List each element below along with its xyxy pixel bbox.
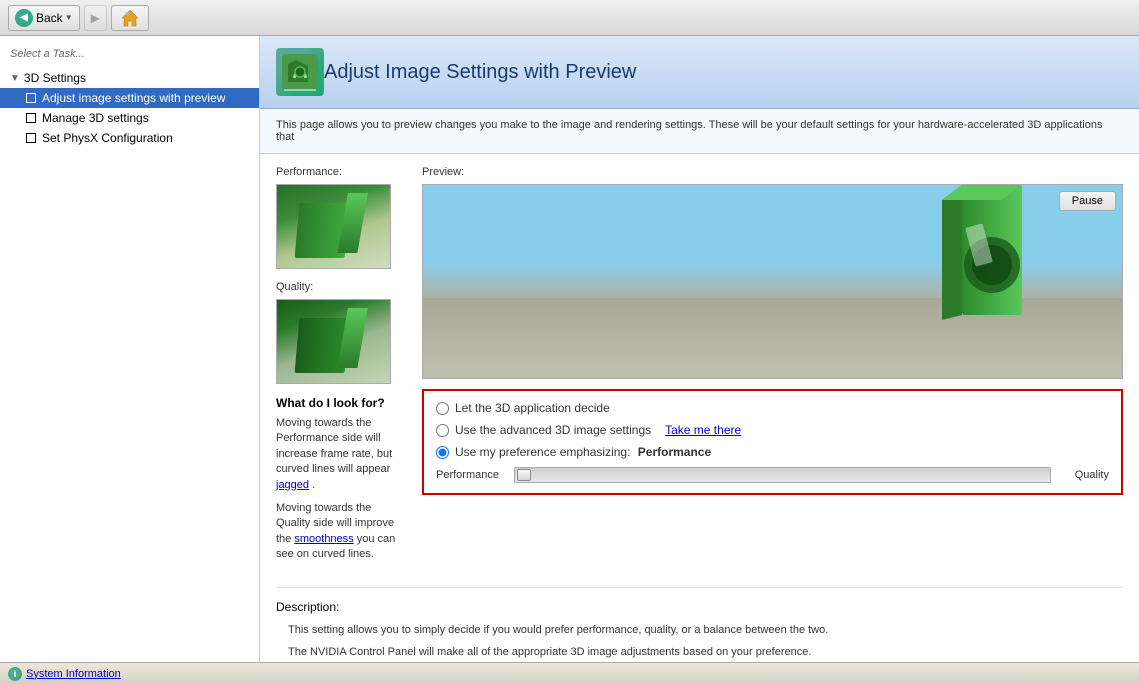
content-body: Performance: Quality: What do I look for…	[260, 154, 1139, 662]
radio-my-preference-label: Use my preference emphasizing: Performan…	[455, 445, 711, 459]
page-description: This page allows you to preview changes …	[260, 109, 1139, 154]
expand-icon: ▼	[10, 73, 20, 84]
preview-area: Pause	[422, 184, 1123, 379]
sidebar-group-3d-settings-header[interactable]: ▼ 3D Settings	[0, 68, 259, 88]
radio-row-2: Use the advanced 3D image settings Take …	[436, 423, 1109, 437]
home-button[interactable]	[111, 5, 149, 31]
what-text-1-main: Moving towards the Performance side will…	[276, 417, 392, 475]
what-text-1-end: .	[312, 479, 315, 491]
description-section: Description: This setting allows you to …	[276, 587, 1123, 662]
forward-button[interactable]: ▶	[84, 5, 107, 31]
description-title: Description:	[276, 600, 1123, 614]
sidebar-group-label: 3D Settings	[24, 71, 86, 85]
content-area: Adjust Image Settings with Preview This …	[260, 36, 1139, 662]
sidebar-title: Select a Task...	[0, 44, 259, 68]
page-title: Adjust Image Settings with Preview	[324, 61, 636, 84]
left-column: Performance: Quality: What do I look for…	[276, 166, 406, 571]
what-text-2: Moving towards the Quality side will imp…	[276, 501, 406, 563]
sidebar-group-3d-settings: ▼ 3D Settings Adjust image settings with…	[0, 68, 259, 148]
quality-label: Quality:	[276, 281, 406, 293]
sidebar-item-manage-3d-label: Manage 3D settings	[42, 111, 149, 125]
home-icon	[120, 8, 140, 28]
smoothness-link[interactable]: smoothness	[294, 533, 353, 545]
system-info-link[interactable]: System Information	[26, 668, 121, 680]
quality-thumbnail	[276, 299, 391, 384]
toolbar: ◀ Back ▼ ▶	[0, 0, 1139, 36]
sidebar-item-adjust-image[interactable]: Adjust image settings with preview	[0, 88, 259, 108]
slider-thumb[interactable]	[517, 469, 531, 481]
what-text-1: Moving towards the Performance side will…	[276, 416, 406, 493]
radio-row-3: Use my preference emphasizing: Performan…	[436, 445, 1109, 459]
description-text-1: This setting allows you to simply decide…	[288, 622, 1123, 639]
performance-thumbnail	[276, 184, 391, 269]
what-title: What do I look for?	[276, 396, 406, 410]
description-text-2: The NVIDIA Control Panel will make all o…	[288, 644, 1123, 661]
radio-let-3d-app[interactable]	[436, 402, 449, 415]
radio-advanced-3d-label: Use the advanced 3D image settings	[455, 423, 651, 437]
nvidia-icon	[276, 48, 324, 96]
sidebar-item-physx-label: Set PhysX Configuration	[42, 131, 173, 145]
perf-thumb-shape	[295, 203, 350, 258]
settings-box: Let the 3D application decide Use the ad…	[422, 389, 1123, 495]
preview-label: Preview:	[422, 166, 1123, 178]
sidebar-item-adjust-image-label: Adjust image settings with preview	[42, 91, 225, 105]
perf-label: Performance:	[276, 166, 406, 178]
back-label: Back	[36, 11, 63, 25]
sidebar-item-manage-3d[interactable]: Manage 3D settings	[0, 108, 259, 128]
sidebar-item-physx[interactable]: Set PhysX Configuration	[0, 128, 259, 148]
slider-perf-label: Performance	[436, 469, 506, 481]
slider-row: Performance Quality	[436, 467, 1109, 483]
qual-thumb-shape	[295, 318, 350, 373]
radio-row-1: Let the 3D application decide	[436, 401, 1109, 415]
sidebar: Select a Task... ▼ 3D Settings Adjust im…	[0, 36, 260, 662]
right-column: Preview:	[422, 166, 1123, 571]
main-layout: Select a Task... ▼ 3D Settings Adjust im…	[0, 36, 1139, 662]
radio-advanced-3d[interactable]	[436, 424, 449, 437]
back-button[interactable]: ◀ Back ▼	[8, 5, 80, 31]
pause-button[interactable]: Pause	[1059, 191, 1116, 211]
radio-let-3d-app-label: Let the 3D application decide	[455, 401, 610, 415]
status-icon: i	[8, 667, 22, 681]
what-section: What do I look for? Moving towards the P…	[276, 396, 406, 563]
slider-track[interactable]	[514, 467, 1051, 483]
forward-icon: ▶	[91, 11, 100, 25]
emphasis-value: Performance	[638, 445, 711, 459]
take-me-there-link[interactable]: Take me there	[665, 423, 741, 437]
jagged-link[interactable]: jagged	[276, 479, 309, 491]
radio-my-preference[interactable]	[436, 446, 449, 459]
two-column-layout: Performance: Quality: What do I look for…	[276, 166, 1123, 571]
back-dropdown-arrow: ▼	[65, 13, 73, 22]
preview-3d-object	[882, 184, 1062, 338]
back-icon: ◀	[15, 9, 33, 27]
statusbar: i System Information	[0, 662, 1139, 684]
page-header: Adjust Image Settings with Preview	[260, 36, 1139, 109]
slider-quality-label: Quality	[1059, 469, 1109, 481]
